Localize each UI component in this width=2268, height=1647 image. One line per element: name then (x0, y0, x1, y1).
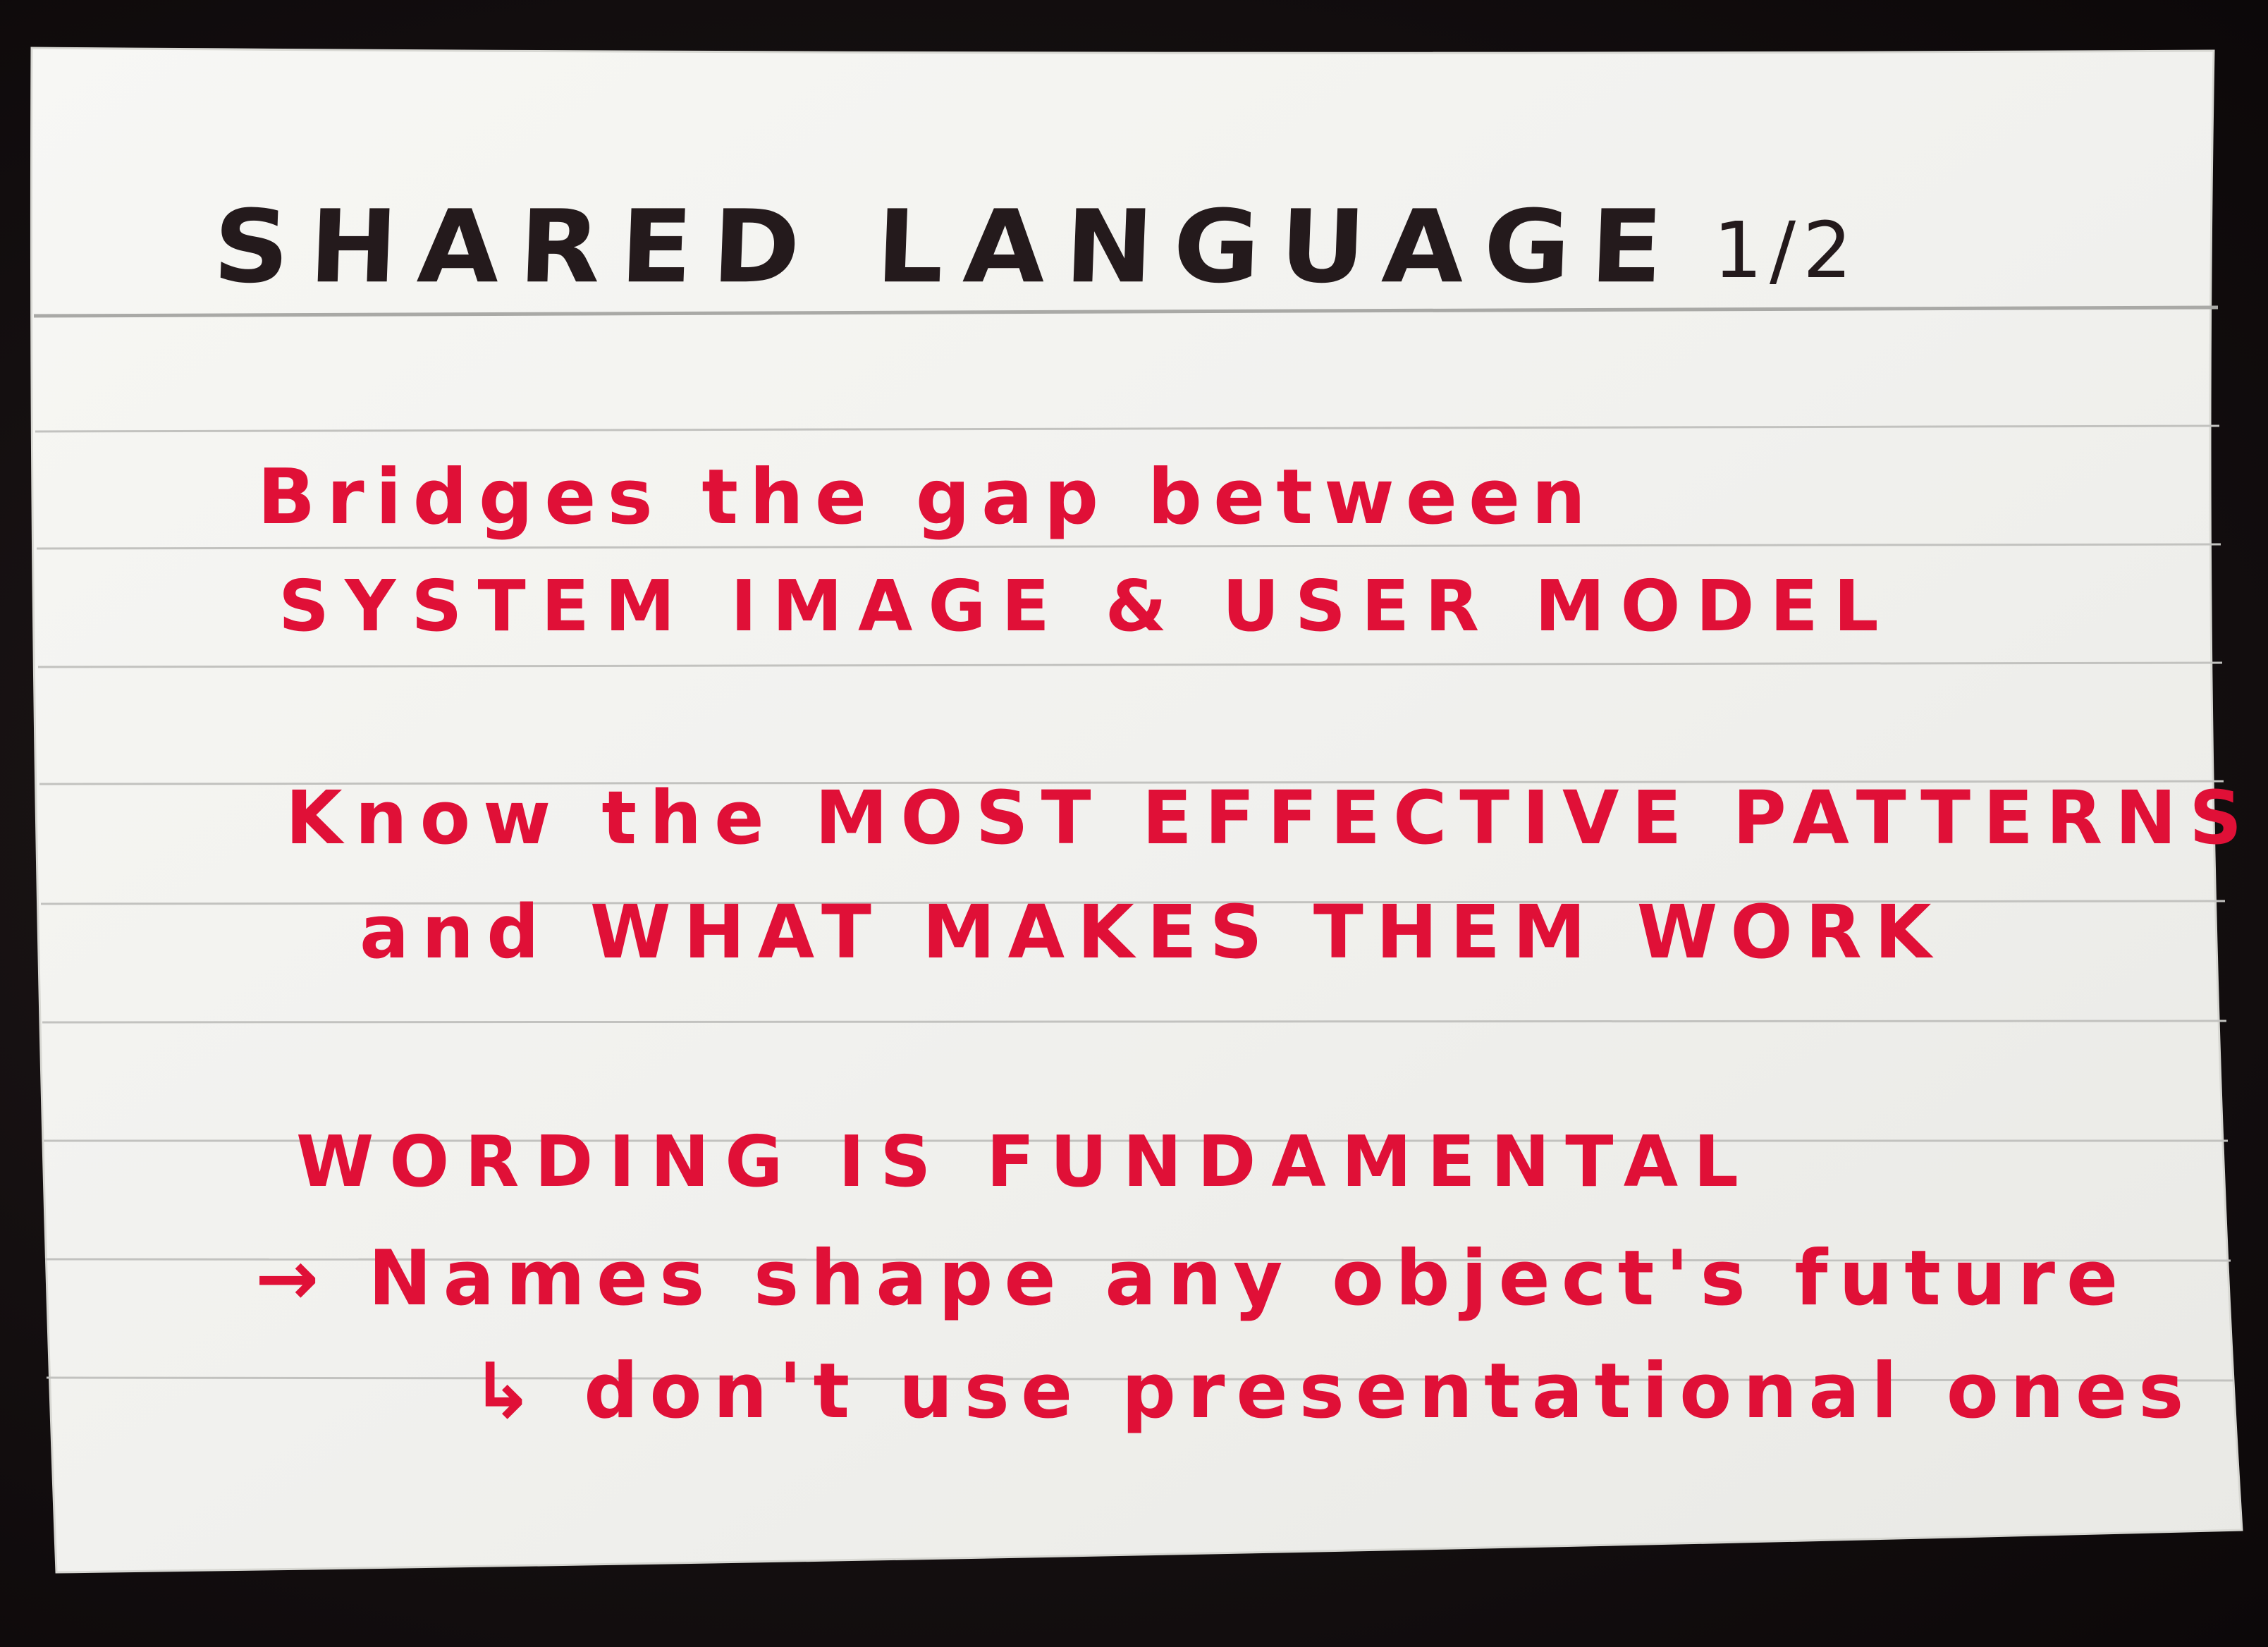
dark-background: SHARED LANGUAGE 1/2 Bridges the gap betw… (0, 0, 2268, 1647)
handwritten-notes: SHARED LANGUAGE 1/2 Bridges the gap betw… (0, 0, 2268, 1647)
index-card: SHARED LANGUAGE 1/2 Bridges the gap betw… (0, 0, 2268, 1647)
card-title: SHARED LANGUAGE (211, 189, 1685, 306)
note-line-7: ↳ don't use presentational ones (471, 1347, 2195, 1435)
note-line-6: → Names shape any object's future (255, 1235, 2130, 1323)
note-line-4: and WHAT MAKES THEM WORK (360, 889, 1944, 975)
note-line-3: Know the MOST EFFECTIVE PATTERNS (286, 775, 2255, 861)
note-line-1: Bridges the gap between (257, 453, 1598, 541)
note-line-2: SYSTEM IMAGE & USER MODEL (278, 565, 1894, 647)
page-indicator: 1/2 (1713, 205, 1860, 295)
note-line-5: WORDING IS FUNDAMENTAL (296, 1120, 1754, 1203)
